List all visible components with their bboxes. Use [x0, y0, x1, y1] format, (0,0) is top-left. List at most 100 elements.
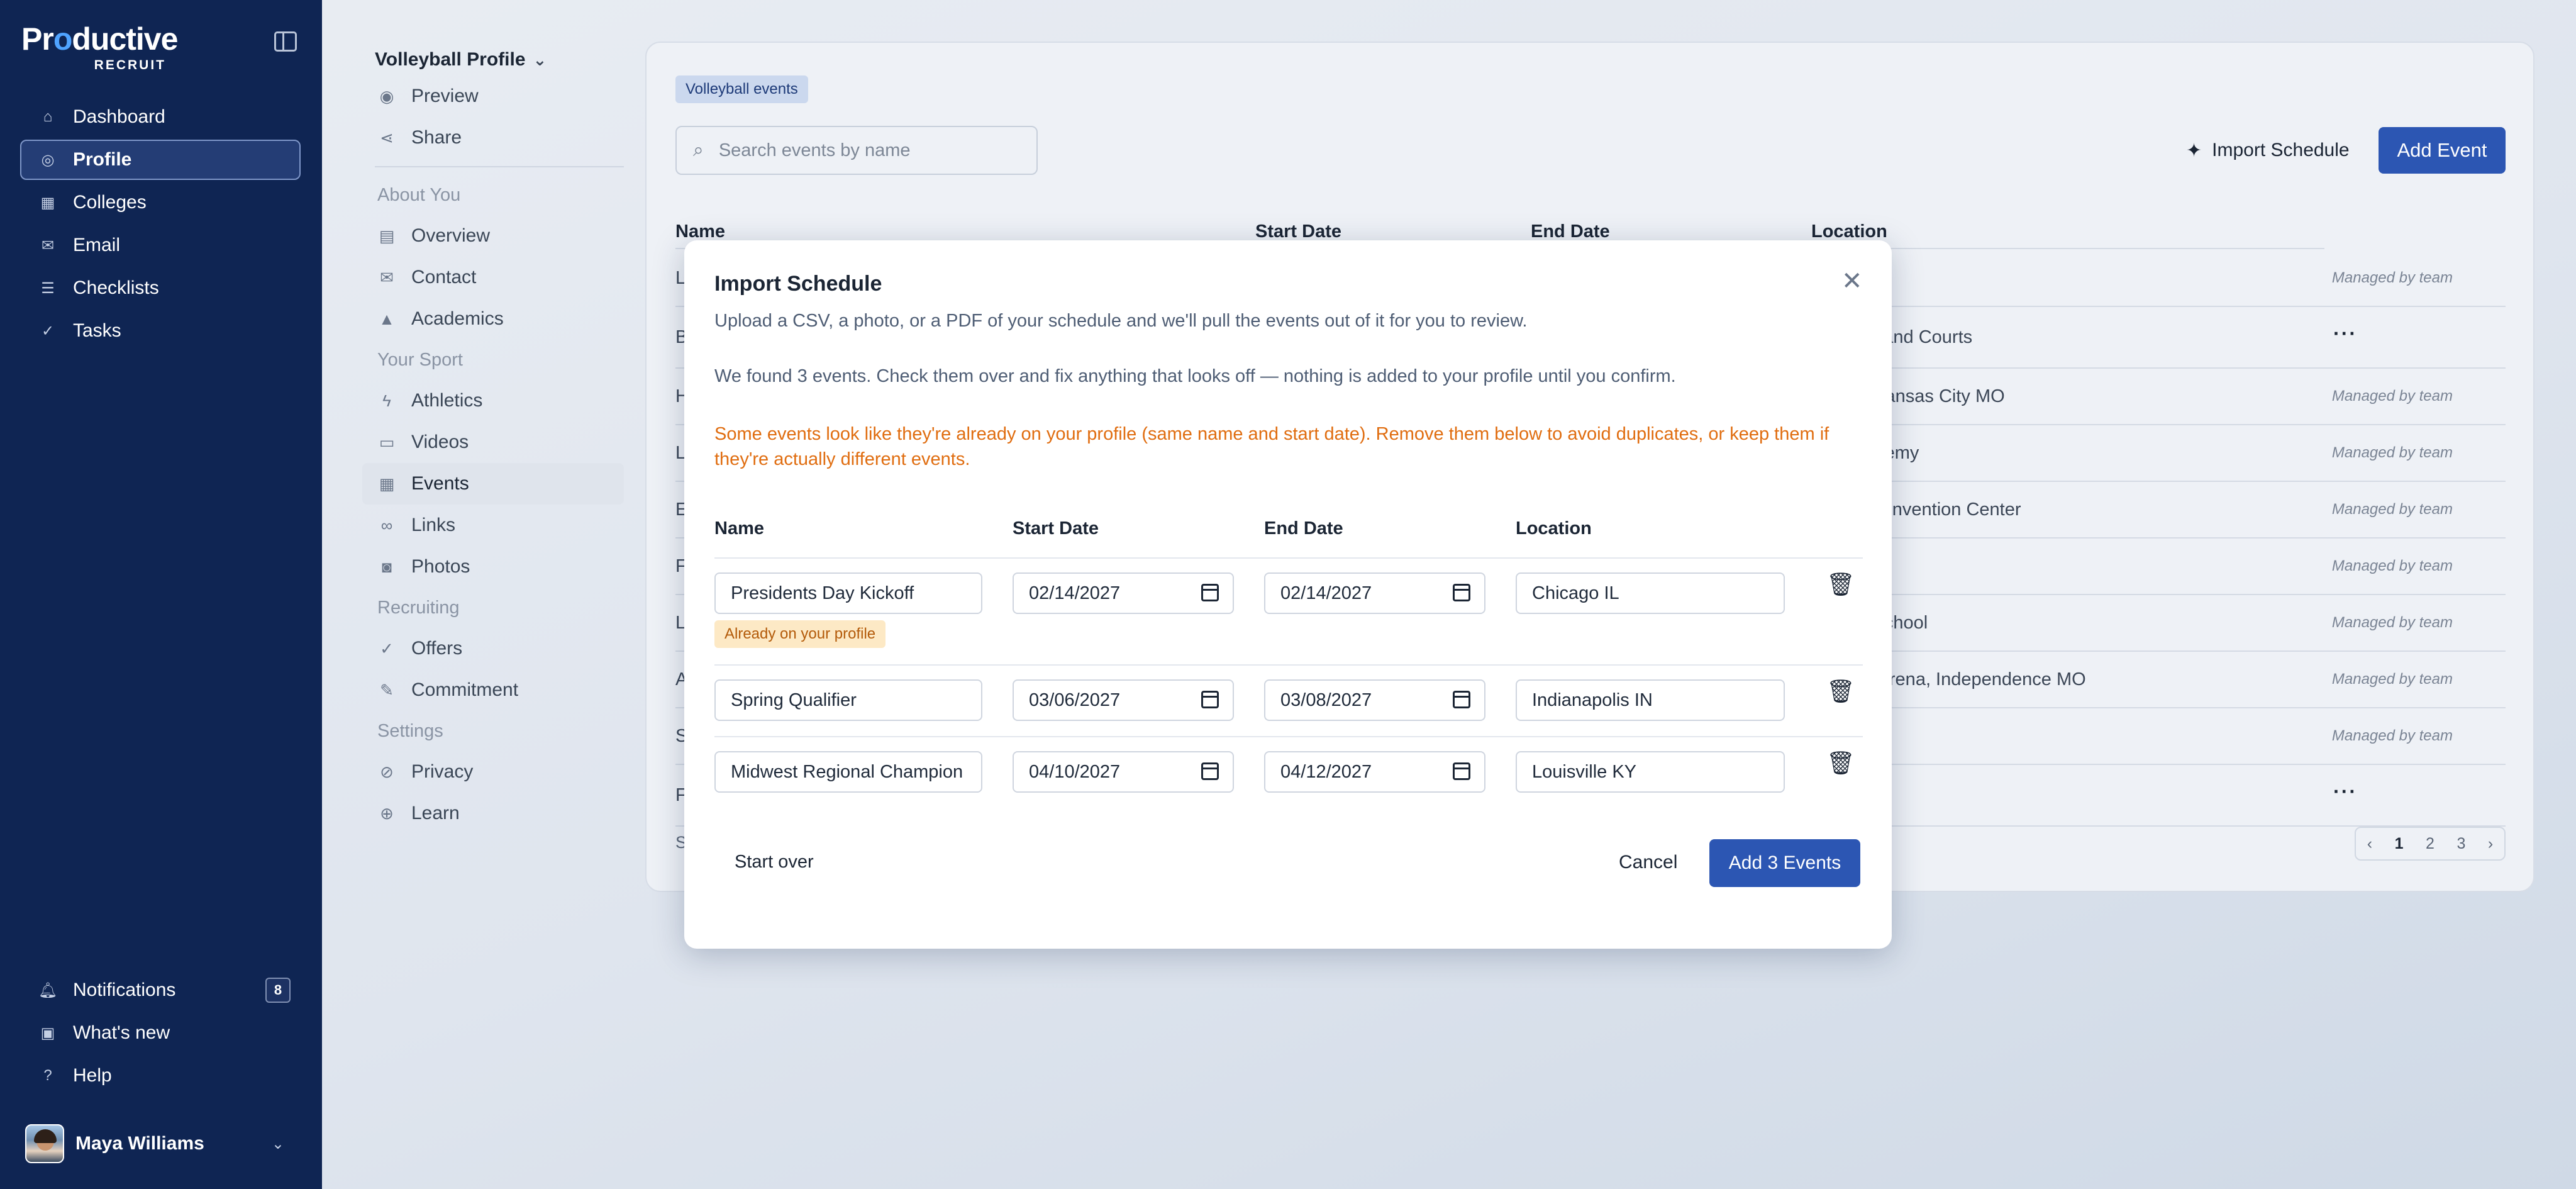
- end-date-input[interactable]: 04/12/2027: [1264, 751, 1485, 793]
- calendar-icon[interactable]: [1453, 691, 1470, 708]
- profile-switcher[interactable]: Volleyball Profile ⌄: [362, 44, 624, 75]
- mail-icon: ✉: [41, 237, 55, 254]
- nav-email[interactable]: ✉ Email: [20, 225, 301, 265]
- subnav-commitment[interactable]: ✎ Commitment: [362, 669, 624, 711]
- page-1[interactable]: 1: [2395, 835, 2404, 853]
- page-3[interactable]: 3: [2457, 835, 2465, 853]
- page-2[interactable]: 2: [2426, 835, 2434, 853]
- calendar-icon[interactable]: [1201, 762, 1219, 780]
- event-name-input[interactable]: Spring Qualifier: [714, 679, 982, 721]
- end-date-input[interactable]: 02/14/2027: [1264, 572, 1485, 614]
- graduation-cap-icon: ▲: [379, 309, 395, 328]
- logo[interactable]: Productive RECRUIT: [21, 21, 178, 72]
- calendar-icon[interactable]: [1201, 691, 1219, 708]
- list-icon: ☰: [41, 279, 55, 297]
- modal-title: Import Schedule: [714, 272, 882, 296]
- event-name-input[interactable]: Midwest Regional Champion: [714, 751, 982, 793]
- trash-icon[interactable]: 🗑︎: [1826, 750, 1855, 776]
- chevron-down-icon: ⌄: [271, 1135, 284, 1153]
- import-schedule-modal: Import Schedule ✕ Upload a CSV, a photo,…: [684, 240, 1892, 949]
- search-input[interactable]: [718, 140, 1021, 161]
- share-icon: ⋖: [380, 128, 394, 147]
- divider: [714, 736, 1863, 737]
- calendar-icon[interactable]: [1201, 584, 1219, 601]
- col-end-date: End Date: [1531, 221, 1610, 242]
- chevron-down-icon: ⌄: [533, 50, 547, 69]
- subnav-overview[interactable]: ▤ Overview: [362, 215, 624, 257]
- sidebar: Productive RECRUIT ⌂ Dashboard ◎ Profile ▦…: [0, 0, 322, 1189]
- divider: [714, 664, 1863, 666]
- more-menu-icon[interactable]: ···: [2333, 780, 2357, 803]
- import-schedule-button[interactable]: ✦ Import Schedule: [2175, 127, 2361, 174]
- subnav-videos[interactable]: ▭ Videos: [362, 421, 624, 463]
- section-about-you: About You: [377, 184, 461, 205]
- location-input[interactable]: Louisville KY: [1516, 751, 1785, 793]
- nav-whats-new[interactable]: ▣ What's new: [20, 1013, 301, 1053]
- globe-icon: ⊕: [380, 803, 394, 823]
- subnav-photos[interactable]: ◙ Photos: [362, 546, 624, 588]
- start-date-input[interactable]: 02/14/2027: [1013, 572, 1234, 614]
- close-icon[interactable]: ✕: [1841, 267, 1863, 296]
- user-name: Maya Williams: [75, 1133, 204, 1154]
- building-icon: ▦: [40, 194, 55, 211]
- subnav-offers[interactable]: ✓ Offers: [362, 628, 624, 669]
- trash-icon[interactable]: 🗑︎: [1826, 571, 1855, 598]
- col-start-date: Start Date: [1013, 518, 1099, 539]
- main-nav: ⌂ Dashboard ◎ Profile ▦ Colleges ✉ Email ☰ Ch…: [20, 97, 301, 354]
- subnav-academics[interactable]: ▲ Academics: [362, 298, 624, 340]
- end-date-input[interactable]: 03/08/2027: [1264, 679, 1485, 721]
- subnav-links[interactable]: ∞ Links: [362, 505, 624, 546]
- location-input[interactable]: Indianapolis IN: [1516, 679, 1785, 721]
- chevron-right-icon[interactable]: ›: [2488, 835, 2493, 853]
- nav-checklists[interactable]: ☰ Checklists: [20, 268, 301, 308]
- nav-notifications[interactable]: 🔔︎ Notifications 8: [20, 970, 301, 1010]
- nav-tasks[interactable]: ✓ Tasks: [20, 311, 301, 351]
- subnav-share[interactable]: ⋖ Share: [362, 117, 624, 159]
- subnav-contact[interactable]: ✉ Contact: [362, 257, 624, 298]
- trash-icon[interactable]: 🗑︎: [1826, 678, 1855, 705]
- nav-help[interactable]: ? Help: [20, 1056, 301, 1096]
- col-start-date: Start Date: [1255, 221, 1341, 242]
- sidebar-toggle-icon[interactable]: [274, 31, 297, 52]
- calendar-icon: ▦: [379, 474, 395, 493]
- nav-colleges[interactable]: ▦ Colleges: [20, 182, 301, 223]
- subnav-privacy[interactable]: ⊘ Privacy: [362, 751, 624, 793]
- calendar-icon[interactable]: [1453, 584, 1470, 601]
- modal-found-text: We found 3 events. Check them over and f…: [714, 366, 1676, 386]
- eye-icon: ◉: [379, 86, 394, 106]
- subnav-athletics[interactable]: ϟ Athletics: [362, 380, 624, 421]
- subnav-events[interactable]: ▦ Events: [362, 463, 624, 505]
- start-over-button[interactable]: Start over: [735, 852, 814, 873]
- add-event-button[interactable]: Add Event: [2379, 127, 2506, 174]
- user-menu[interactable]: Maya Williams ⌄: [25, 1124, 296, 1164]
- more-menu-icon[interactable]: ···: [2333, 322, 2357, 345]
- start-date-input[interactable]: 04/10/2027: [1013, 751, 1234, 793]
- col-name: Name: [675, 221, 725, 242]
- chevron-left-icon[interactable]: ‹: [2367, 835, 2372, 853]
- cancel-button[interactable]: Cancel: [1619, 852, 1677, 873]
- subnav-preview[interactable]: ◉ Preview: [362, 75, 624, 117]
- eye-off-icon: ⊘: [380, 762, 394, 781]
- mail-icon: ✉: [380, 267, 394, 287]
- profile-subnav: Volleyball Profile ⌄ ◉ Preview ⋖ Share Abou…: [362, 44, 624, 834]
- subnav-learn[interactable]: ⊕ Learn: [362, 793, 624, 834]
- divider: [375, 166, 624, 167]
- check-circle-icon: ✓: [380, 639, 394, 658]
- bottom-nav: 🔔︎ Notifications 8 ▣ What's new ? Help: [20, 970, 301, 1098]
- add-events-button[interactable]: Add 3 Events: [1709, 839, 1860, 887]
- event-name-input[interactable]: Presidents Day Kickoff: [714, 572, 982, 614]
- user-circle-icon: ◎: [41, 151, 55, 169]
- start-date-input[interactable]: 03/06/2027: [1013, 679, 1234, 721]
- notification-count-badge: 8: [265, 978, 291, 1003]
- avatar: [25, 1124, 64, 1163]
- calendar-icon[interactable]: [1453, 762, 1470, 780]
- events-tag: Volleyball events: [675, 75, 808, 103]
- search-box[interactable]: ⌕: [675, 126, 1038, 175]
- col-end-date: End Date: [1264, 518, 1343, 539]
- home-icon: ⌂: [43, 108, 53, 125]
- modal-description: Upload a CSV, a photo, or a PDF of your …: [714, 311, 1528, 331]
- duplicate-warning: Some events look like they're already on…: [714, 424, 1829, 469]
- nav-dashboard[interactable]: ⌂ Dashboard: [20, 97, 301, 137]
- location-input[interactable]: Chicago IL: [1516, 572, 1785, 614]
- nav-profile[interactable]: ◎ Profile: [20, 140, 301, 180]
